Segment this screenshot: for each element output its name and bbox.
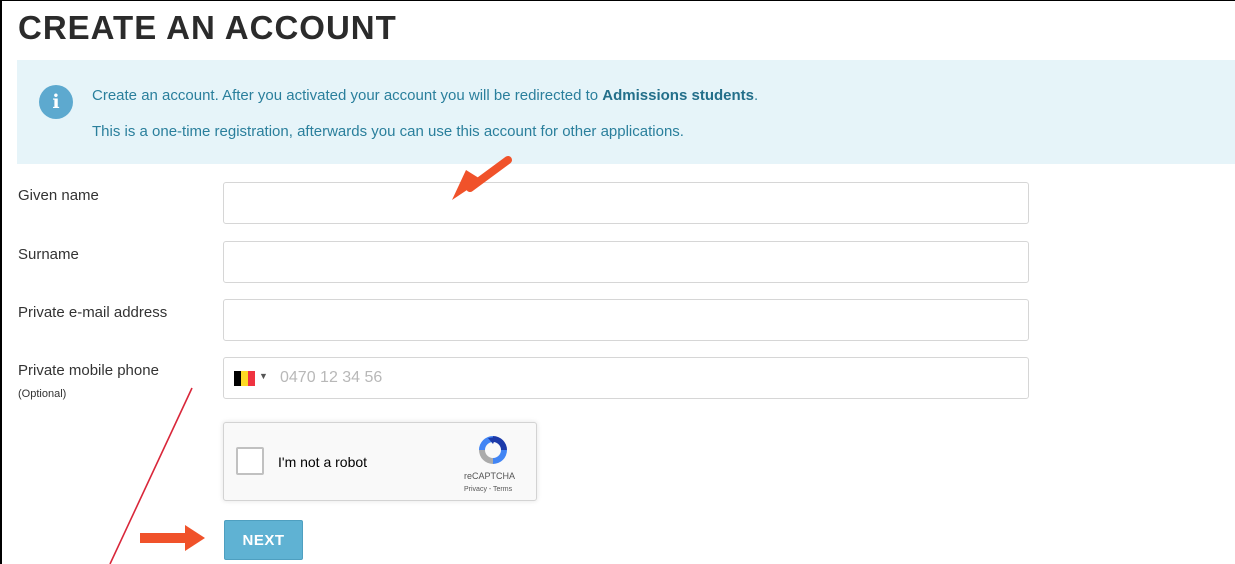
- chevron-down-icon[interactable]: ▼: [259, 371, 268, 381]
- email-input[interactable]: [223, 299, 1029, 341]
- recaptcha-label: I'm not a robot: [278, 454, 368, 470]
- recaptcha-widget: I'm not a robot reCAPTCHA Privacy - Term…: [223, 422, 537, 501]
- recaptcha-brand: reCAPTCHA: [464, 471, 516, 481]
- next-button[interactable]: NEXT: [224, 520, 303, 560]
- phone-input[interactable]: ▼ 0470 12 34 56: [223, 357, 1029, 399]
- given-name-label: Given name: [18, 187, 99, 204]
- surname-input[interactable]: [223, 241, 1029, 283]
- surname-label: Surname: [18, 246, 79, 263]
- info-message-prefix: Create an account. After you activated y…: [92, 87, 603, 104]
- phone-label: Private mobile phone: [18, 362, 159, 379]
- page-frame: CREATE AN ACCOUNT i Create an account. A…: [0, 0, 1235, 564]
- info-message-line-2: This is a one-time registration, afterwa…: [92, 123, 684, 140]
- recaptcha-logo-icon: [479, 436, 507, 464]
- recaptcha-checkbox[interactable]: [236, 447, 264, 475]
- phone-optional-hint: (Optional): [18, 388, 67, 400]
- belgium-flag-icon[interactable]: [234, 371, 255, 386]
- email-label: Private e-mail address: [18, 304, 168, 321]
- info-alert: i Create an account. After you activated…: [17, 60, 1235, 164]
- info-message-line-1: Create an account. After you activated y…: [92, 87, 758, 104]
- phone-placeholder: 0470 12 34 56: [280, 369, 383, 386]
- recaptcha-privacy-terms-link[interactable]: Privacy - Terms: [464, 486, 512, 493]
- given-name-input[interactable]: [223, 182, 1029, 224]
- info-icon: i: [39, 85, 73, 119]
- info-message-destination: Admissions students: [602, 87, 754, 104]
- page-title: CREATE AN ACCOUNT: [18, 9, 397, 46]
- info-message-suffix: .: [754, 87, 759, 104]
